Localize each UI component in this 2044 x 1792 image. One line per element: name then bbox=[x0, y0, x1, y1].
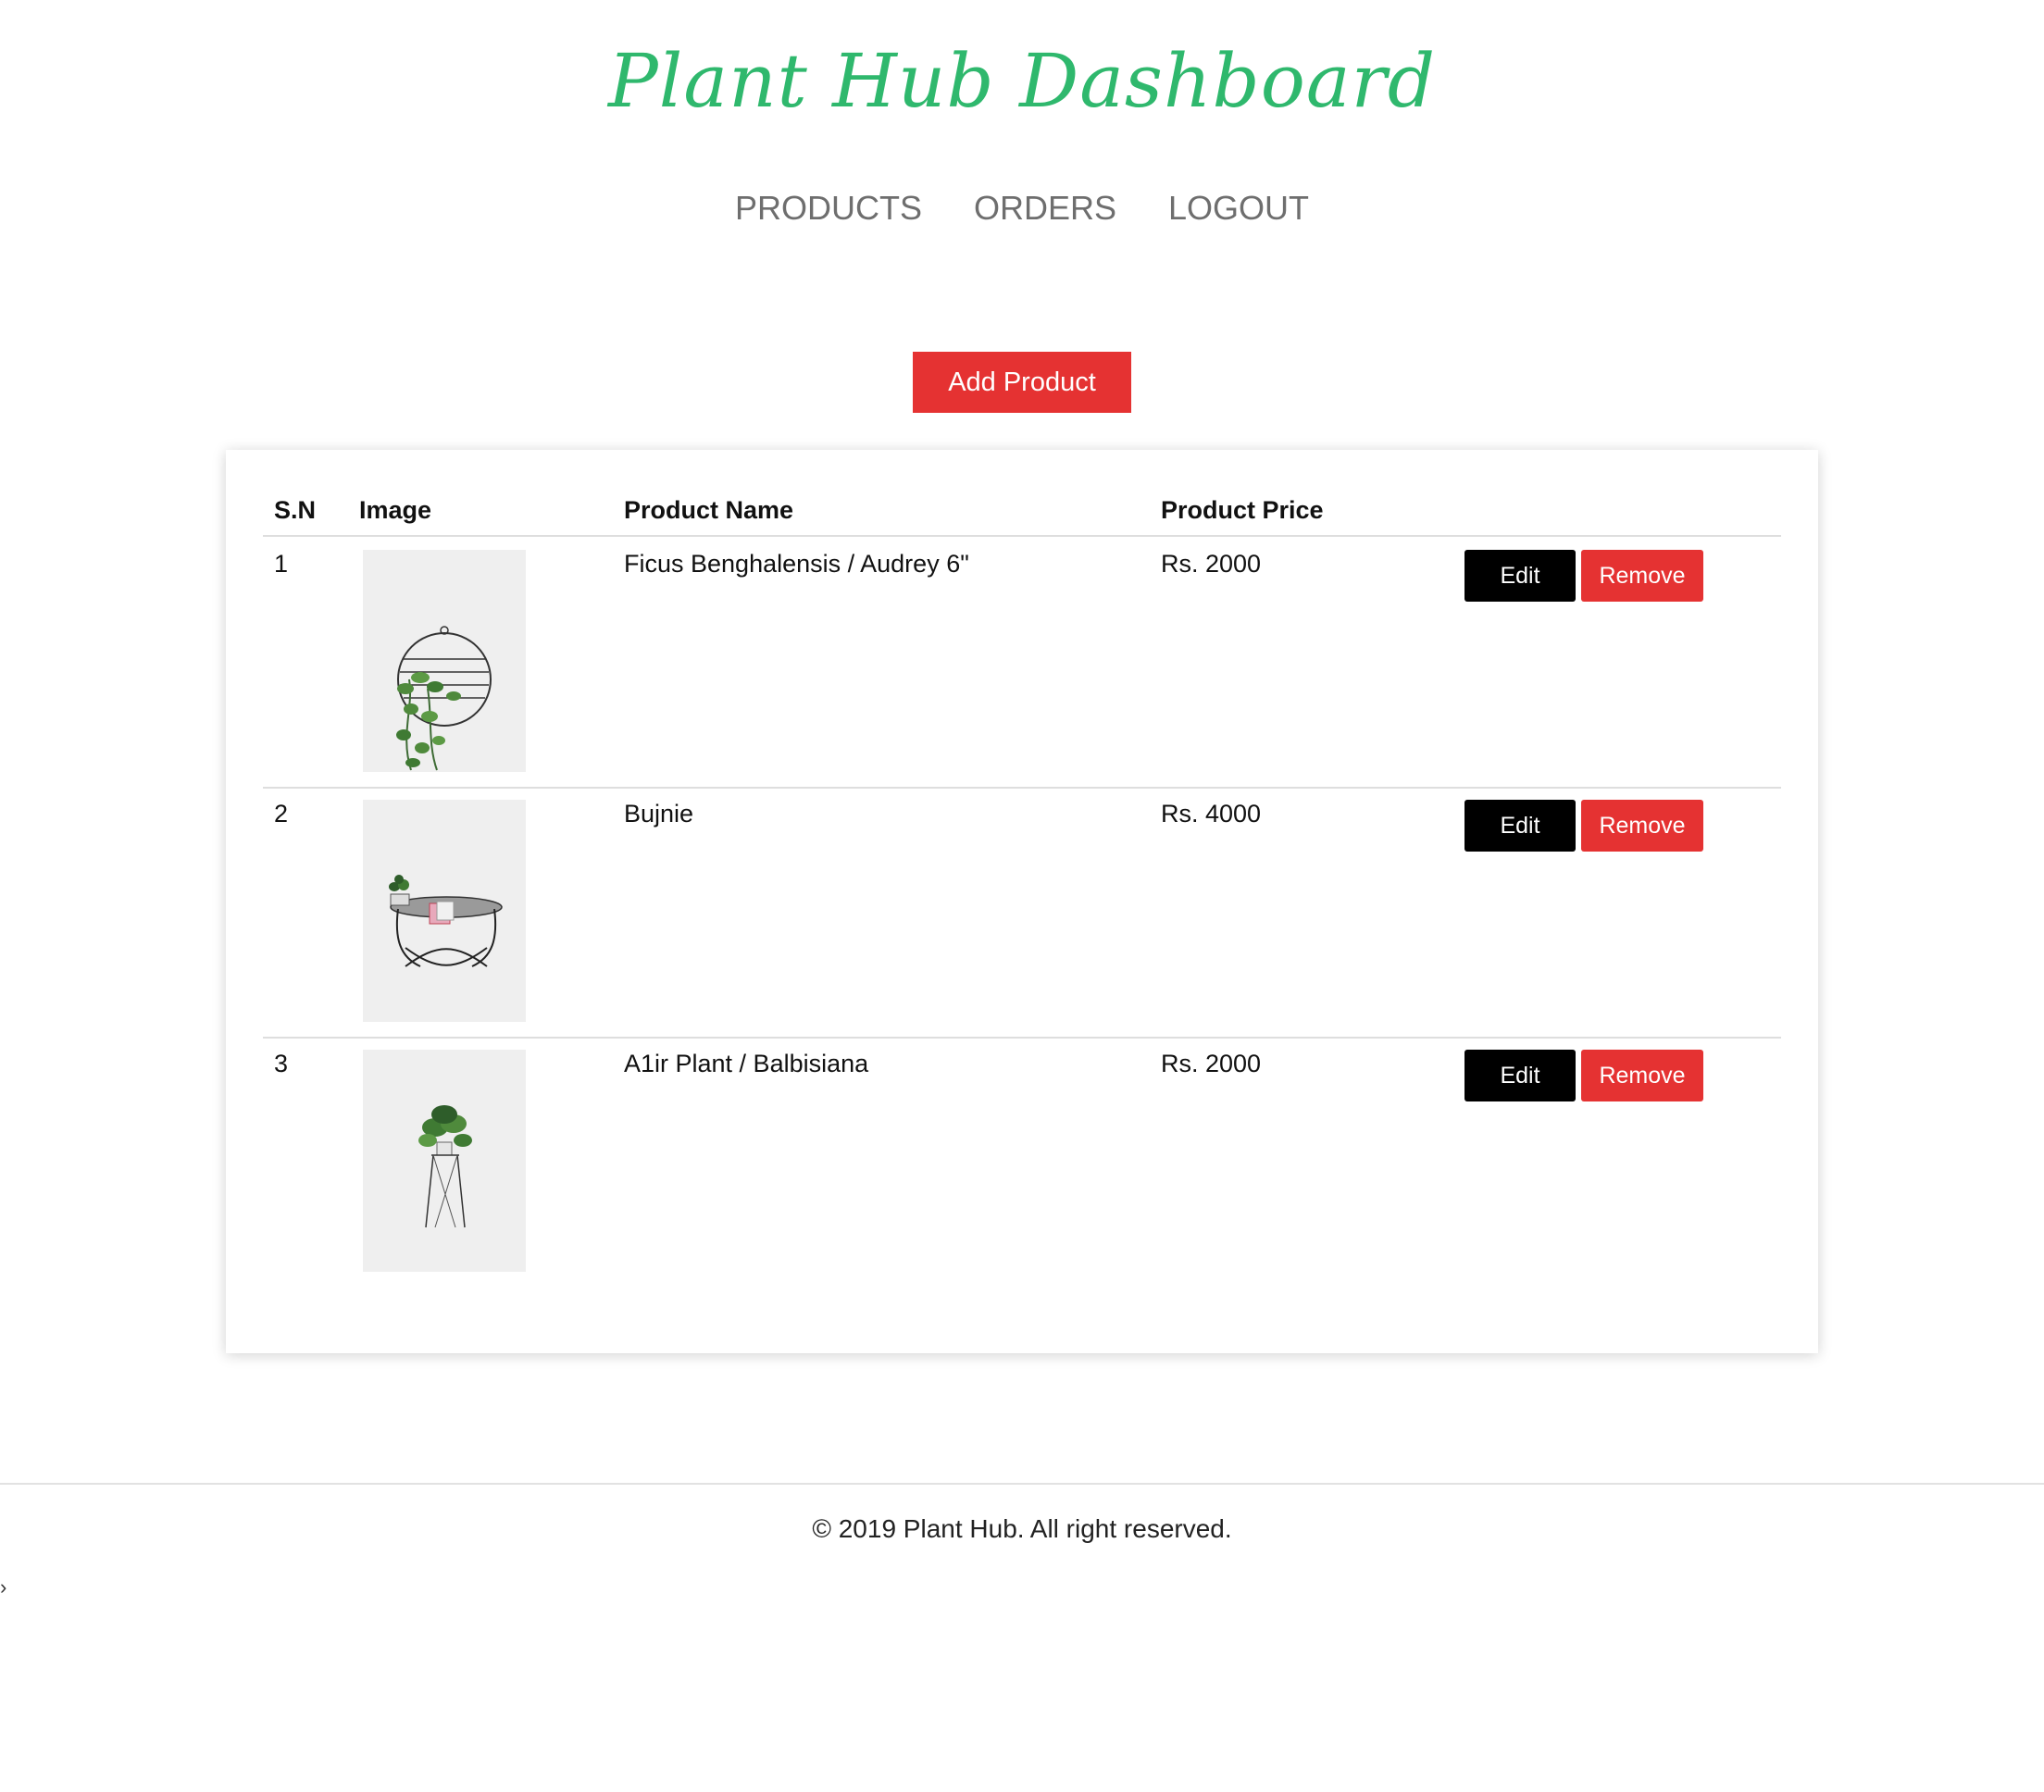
header-product-name: Product Name bbox=[624, 496, 794, 524]
main-nav: PRODUCTS ORDERS LOGOUT bbox=[0, 185, 2044, 231]
row-product-name: A1ir Plant / Balbisiana bbox=[624, 1050, 869, 1077]
add-product-button[interactable]: Add Product bbox=[913, 352, 1131, 413]
row-sn: 2 bbox=[274, 800, 289, 828]
row-product-price: Rs. 4000 bbox=[1161, 800, 1262, 828]
row-product-name: Bujnie bbox=[624, 800, 694, 828]
nav-products-link[interactable]: PRODUCTS bbox=[735, 185, 922, 231]
header-image: Image bbox=[359, 496, 432, 524]
plant-on-stand-image bbox=[363, 1050, 526, 1272]
table-header: S.N Image Product Name Product Price bbox=[263, 496, 1781, 537]
edit-button[interactable]: Edit bbox=[1464, 800, 1576, 852]
table-row: 2 Bujnie Rs. 4000 Edit Remove bbox=[263, 787, 1781, 1039]
page-title: Plant Hub Dashboard bbox=[607, 38, 1437, 124]
products-table-card: S.N Image Product Name Product Price 1 F… bbox=[226, 450, 1818, 1353]
table-row: 1 Ficus Benghalensis / Audrey 6" Rs. 200… bbox=[263, 537, 1781, 789]
row-sn: 3 bbox=[274, 1050, 289, 1077]
table-row: 3 A1ir Plant / Balbisiana Rs. 2000 Edit … bbox=[263, 1037, 1781, 1287]
row-product-price: Rs. 2000 bbox=[1161, 550, 1262, 578]
row-sn: 1 bbox=[274, 550, 289, 578]
header-sn: S.N bbox=[274, 496, 317, 524]
remove-button[interactable]: Remove bbox=[1581, 800, 1703, 852]
edit-button[interactable]: Edit bbox=[1464, 550, 1576, 602]
nav-logout-link[interactable]: LOGOUT bbox=[1168, 185, 1309, 231]
footer-divider bbox=[0, 1483, 2044, 1485]
plant-on-table-image bbox=[363, 800, 526, 1022]
remove-button[interactable]: Remove bbox=[1581, 1050, 1703, 1101]
row-product-name: Ficus Benghalensis / Audrey 6" bbox=[624, 550, 969, 578]
remove-button[interactable]: Remove bbox=[1581, 550, 1703, 602]
nav-orders-link[interactable]: ORDERS bbox=[974, 185, 1116, 231]
edit-button[interactable]: Edit bbox=[1464, 1050, 1576, 1101]
header-product-price: Product Price bbox=[1161, 496, 1324, 524]
hanging-plant-ring-image bbox=[363, 550, 526, 772]
footer-copyright: © 2019 Plant Hub. All right reserved. bbox=[812, 1514, 1232, 1543]
row-product-price: Rs. 2000 bbox=[1161, 1050, 1262, 1077]
caret-icon: › bbox=[0, 1575, 7, 1599]
